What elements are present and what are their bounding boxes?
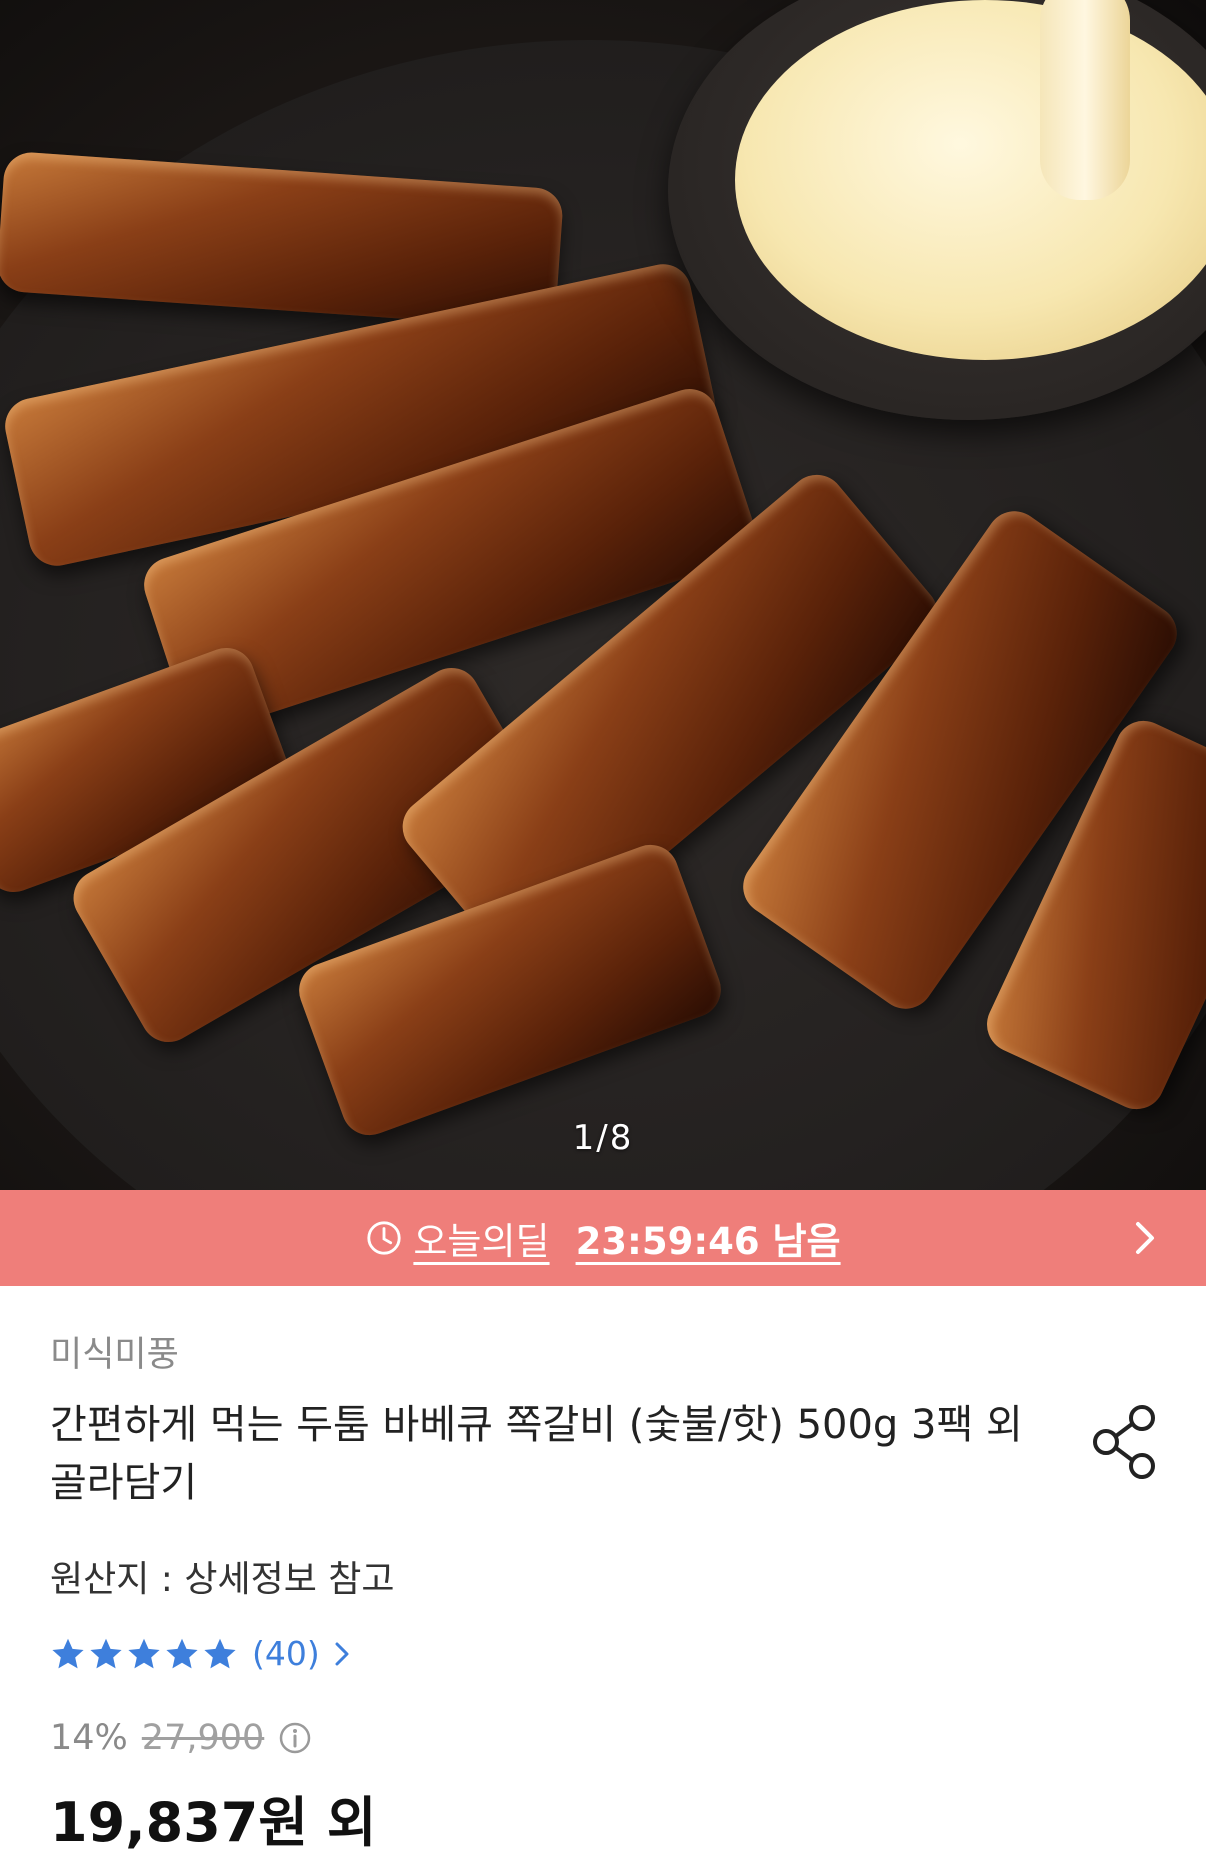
price-row: 14% 27,900 bbox=[50, 1718, 312, 1758]
chevron-right-icon[interactable] bbox=[1130, 1218, 1160, 1258]
clock-icon bbox=[367, 1221, 402, 1255]
info-icon[interactable] bbox=[278, 1721, 312, 1755]
brand-name[interactable]: 미식미풍 bbox=[50, 1326, 179, 1377]
rating-row[interactable]: (40) bbox=[50, 1634, 352, 1673]
cheese-pull-image bbox=[1040, 0, 1130, 200]
deal-link[interactable]: 오늘의딜 23:59:46 남음 bbox=[365, 1211, 841, 1265]
star-icon bbox=[90, 1638, 122, 1668]
final-price: 19,837원 외 bbox=[50, 1791, 377, 1854]
star-icon bbox=[52, 1638, 84, 1668]
review-count[interactable]: (40) bbox=[252, 1634, 320, 1673]
chevron-right-icon[interactable] bbox=[332, 1639, 352, 1669]
star-icon bbox=[166, 1638, 198, 1668]
star-icon bbox=[128, 1638, 160, 1668]
todays-deal-banner[interactable]: 오늘의딜 23:59:46 남음 bbox=[0, 1190, 1206, 1286]
discount-rate: 14% bbox=[50, 1718, 128, 1758]
share-icon[interactable] bbox=[1092, 1404, 1160, 1480]
origin-info: 원산지 : 상세정보 참고 bbox=[50, 1559, 395, 1600]
product-image-carousel[interactable]: 1/8 bbox=[0, 0, 1206, 1190]
cheese-dip-image bbox=[735, 0, 1206, 360]
deal-label: 오늘의딜 bbox=[413, 1220, 550, 1263]
star-icon bbox=[204, 1638, 236, 1668]
product-title: 간편하게 먹는 두툼 바베큐 쪽갈비 (숯불/핫) 500g 3팩 외 골라담기 bbox=[50, 1402, 1023, 1506]
image-counter: 1/8 bbox=[572, 1118, 634, 1158]
deal-countdown: 23:59:46 남음 bbox=[575, 1220, 841, 1263]
original-price: 27,900 bbox=[141, 1718, 265, 1758]
